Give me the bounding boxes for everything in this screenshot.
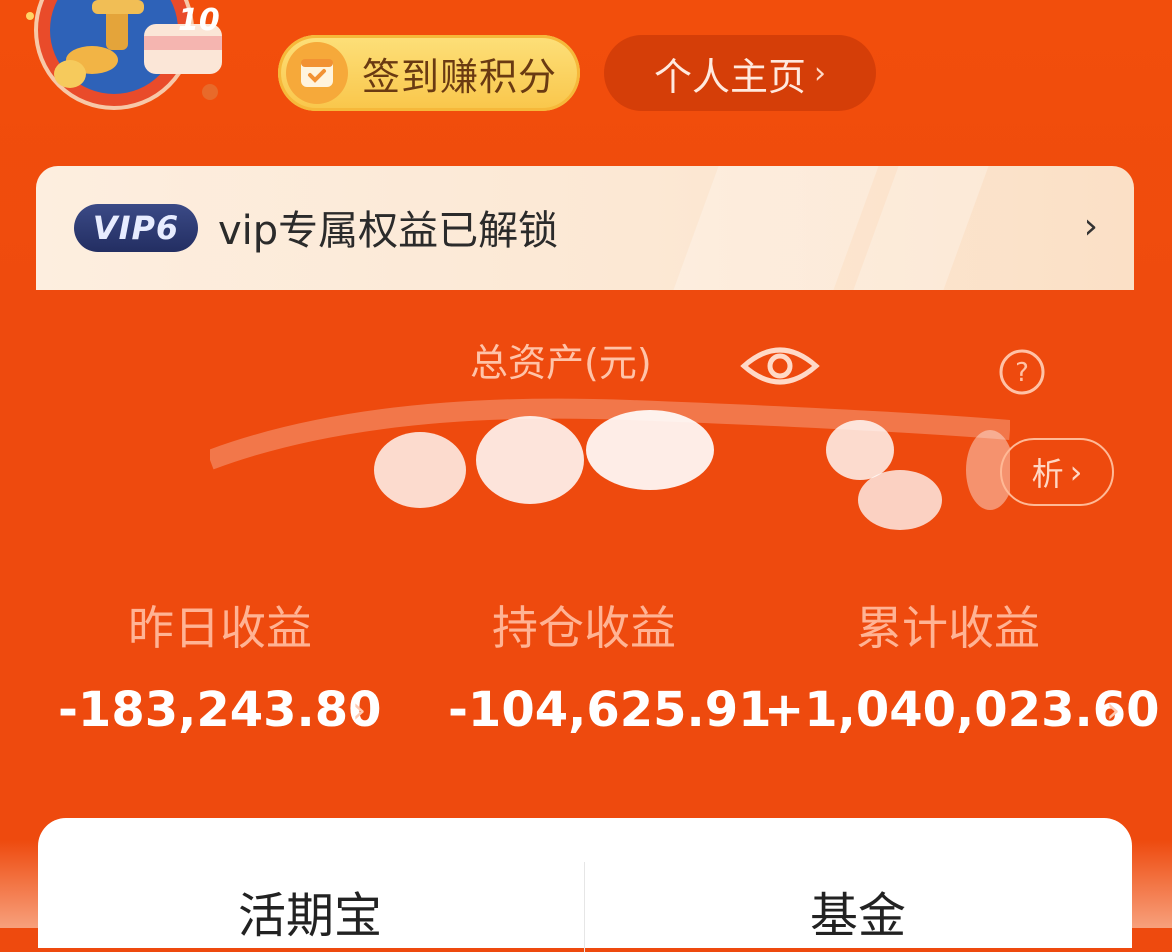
stat-label: 昨日收益 (128, 601, 312, 655)
stat-value-cumulative[interactable]: +1,040,023.60 (764, 682, 1160, 738)
stat-value-holding[interactable]: -104,625.91 (448, 682, 772, 738)
stat-cumulative: 累计收益 (768, 592, 1128, 658)
vip-banner[interactable]: VIP6 vip专属权益已解锁 › (36, 166, 1134, 290)
chevron-right-icon: › (814, 55, 826, 91)
checkin-card-icon (286, 42, 348, 104)
banner-decoration (673, 166, 879, 290)
tab-fund[interactable]: 基金 (810, 876, 906, 946)
chevron-right-icon[interactable]: › (1106, 690, 1120, 731)
chevron-right-icon: › (1083, 206, 1098, 247)
total-assets-title: 总资产(元) (470, 341, 652, 385)
assets-section: 总资产(元) ? 析 › 昨日收益 持仓收益 累计收益 -183,243.80 … (0, 290, 1172, 820)
avatar-badge-number: 10 (178, 3, 220, 38)
profile-button[interactable]: 个人主页 › (604, 35, 876, 111)
vip-benefit-text: vip专属权益已解锁 (218, 208, 559, 254)
stat-holding: 持仓收益 (404, 592, 764, 658)
chevron-right-icon[interactable]: › (352, 690, 366, 731)
product-tabs-card: 活期宝 基金 (38, 818, 1132, 952)
banner-decoration (853, 166, 989, 290)
chevron-right-icon: › (1069, 453, 1083, 491)
sign-in-label: 签到赚积分 (362, 54, 558, 99)
profile-label: 个人主页 (653, 54, 806, 99)
stat-label: 持仓收益 (492, 601, 676, 655)
stat-label: 累计收益 (856, 601, 1040, 655)
tab-huoqibao[interactable]: 活期宝 (238, 876, 382, 946)
vip-level-badge: VIP6 (74, 204, 198, 252)
avatar[interactable]: 10 (22, 0, 242, 110)
analysis-label: 析 (1031, 455, 1064, 493)
svg-text:?: ? (1015, 358, 1029, 388)
stat-yesterday: 昨日收益 (40, 592, 400, 658)
tab-divider (584, 862, 585, 952)
anniversary-avatar-icon: 10 (26, 0, 222, 110)
asset-analysis-button[interactable]: 析 › (1000, 438, 1114, 506)
sign-in-button[interactable]: 签到赚积分 (278, 35, 580, 111)
total-assets-value-redacted (206, 390, 1014, 550)
stat-value-yesterday[interactable]: -183,243.80 (58, 682, 382, 738)
eye-toggle-icon[interactable] (740, 342, 820, 396)
